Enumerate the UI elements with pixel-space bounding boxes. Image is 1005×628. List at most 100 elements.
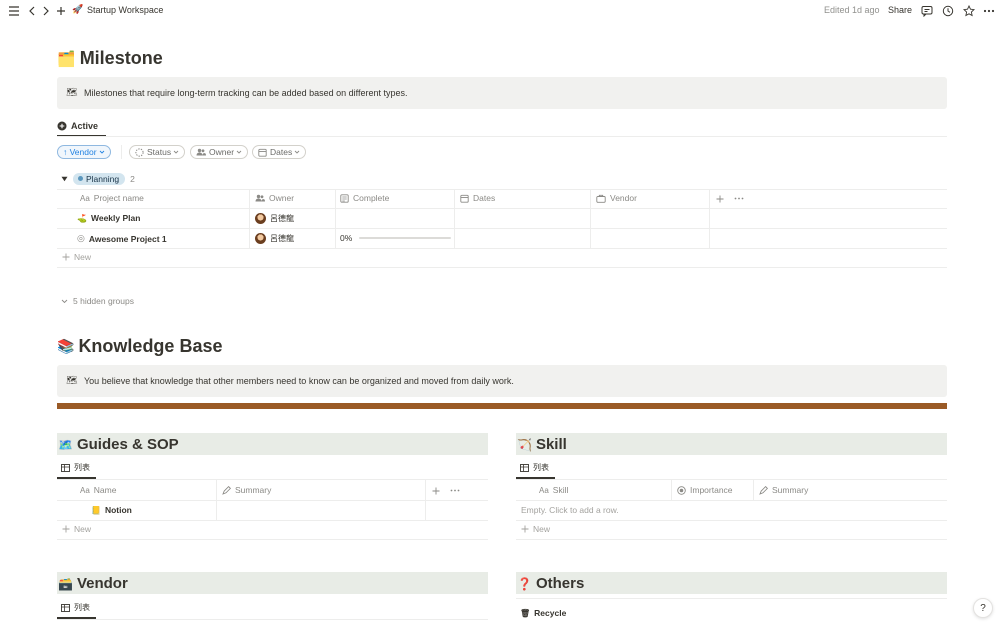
col-header-dates[interactable]: Dates — [460, 193, 495, 203]
filter-dates-pill[interactable]: Dates — [252, 145, 307, 159]
status-icon — [677, 485, 686, 495]
table-row[interactable]: ◎ Awesome Project 1 呂德龍 0% — [57, 229, 947, 248]
col-owner-label: Owner — [269, 193, 295, 203]
target-icon: ◎ — [77, 233, 85, 243]
add-property-icon[interactable] — [715, 194, 724, 203]
trash-icon: 🗑 — [520, 608, 531, 618]
breadcrumb-workspace[interactable]: Startup Workspace — [87, 5, 163, 15]
skill-tab-list[interactable]: 列表 — [520, 462, 549, 473]
col-header-importance[interactable]: Importance — [677, 485, 733, 495]
new-row-button[interactable]: New — [62, 524, 91, 534]
recycle-page-link[interactable]: 🗑 Recycle — [520, 608, 566, 618]
more-options-icon[interactable] — [734, 196, 744, 201]
milestone-title: Milestone — [79, 48, 163, 68]
row-owner-cell[interactable]: 呂德龍 — [255, 233, 294, 244]
table-row[interactable]: ⛳ Weekly Plan 呂德龍 — [57, 209, 947, 228]
pencil-icon — [222, 485, 231, 495]
group-badge-planning: Planning — [73, 172, 126, 185]
group-header-planning[interactable]: Planning 2 — [61, 172, 135, 185]
col-header-project-name[interactable]: Aa Project name — [80, 193, 144, 203]
col-header-skill[interactable]: Aa Skill — [539, 485, 568, 495]
col-sep — [671, 480, 672, 500]
new-row-button[interactable]: New — [521, 524, 550, 534]
guides-title: Guides & SOP — [76, 436, 179, 453]
plus-icon — [521, 525, 529, 533]
guides-tab-label: 列表 — [74, 463, 90, 472]
filter-status-pill[interactable]: Status — [129, 145, 186, 159]
vendor-tab-list[interactable]: 列表 — [61, 602, 90, 613]
group-name: Planning — [86, 173, 120, 184]
table-icon — [520, 463, 529, 472]
others-banner: ❓ Others — [516, 572, 947, 594]
col-header-name[interactable]: Aa Name — [80, 485, 116, 495]
sort-vendor-pill[interactable]: ↑ Vendor — [57, 145, 111, 159]
empty-table-message[interactable]: Empty. Click to add a row. — [521, 505, 619, 515]
help-button[interactable]: ? — [973, 598, 993, 618]
row-owner: 呂德龍 — [270, 214, 294, 223]
col-header-complete[interactable]: Complete — [340, 193, 389, 203]
col-header-summary[interactable]: Summary — [759, 485, 808, 495]
row-name-cell[interactable]: 📒 Notion — [91, 505, 132, 515]
history-icon[interactable] — [941, 4, 954, 17]
chevron-down-icon — [99, 150, 105, 154]
brown-divider — [57, 403, 947, 409]
col-header-vendor[interactable]: Vendor — [596, 193, 637, 203]
col-sep — [753, 480, 754, 500]
text-prop-icon: Aa — [80, 485, 90, 495]
text-prop-icon: Aa — [539, 485, 549, 495]
guides-heading: 🗺️ Guides & SOP — [58, 436, 179, 453]
bow-arrow-emoji: 🏹 — [517, 437, 532, 452]
hidden-groups-label: 5 hidden groups — [73, 296, 134, 306]
skill-heading: 🏹 Skill — [517, 436, 567, 453]
forward-icon[interactable] — [41, 5, 51, 17]
more-icon[interactable] — [982, 5, 996, 17]
relation-icon — [596, 194, 606, 203]
knowledge-heading: 📚 Knowledge Base — [57, 336, 222, 357]
row-owner-cell[interactable]: 呂德龍 — [255, 213, 294, 224]
group-count: 2 — [130, 173, 135, 184]
filter-owner-label: Owner — [209, 147, 235, 157]
caret-down-icon[interactable] — [61, 176, 68, 182]
tab-active[interactable]: Active — [57, 118, 98, 134]
vendor-tab-label: 列表 — [74, 603, 90, 612]
guides-tab-list[interactable]: 列表 — [61, 462, 90, 473]
header-bottom-line — [516, 500, 947, 501]
avatar — [255, 213, 266, 224]
complete-percent: 0% — [340, 233, 353, 243]
avatar — [255, 233, 266, 244]
favorite-star-icon[interactable] — [962, 4, 975, 17]
knowledge-emoji: 📚 — [57, 338, 75, 354]
row-divider — [516, 520, 947, 521]
back-icon[interactable] — [27, 5, 37, 17]
col-header-summary[interactable]: Summary — [222, 485, 271, 495]
new-row-button[interactable]: New — [62, 252, 91, 262]
row-name: Awesome Project 1 — [88, 233, 167, 244]
knowledge-title: Knowledge Base — [78, 336, 223, 356]
row-name-cell[interactable]: ⛳ Weekly Plan — [77, 213, 140, 223]
row-complete-cell[interactable]: 0% — [340, 233, 452, 243]
new-row-line — [516, 539, 947, 540]
chevron-down-icon — [61, 299, 68, 304]
row-name-cell[interactable]: ◎ Awesome Project 1 — [77, 233, 167, 244]
skill-tab-label: 列表 — [533, 463, 549, 472]
active-plus-circle-icon — [57, 121, 67, 131]
col-header-owner[interactable]: Owner — [255, 193, 294, 203]
add-icon[interactable] — [55, 5, 66, 17]
col-skill-label: Skill — [552, 485, 569, 495]
comment-icon[interactable] — [920, 4, 933, 17]
more-options-icon[interactable] — [450, 488, 460, 493]
skill-title: Skill — [535, 436, 567, 453]
hidden-groups-toggle[interactable]: 5 hidden groups — [61, 296, 134, 306]
new-row-line — [57, 539, 488, 540]
others-heading: ❓ Others — [517, 575, 584, 592]
filter-owner-pill[interactable]: Owner — [190, 145, 249, 159]
knowledge-callout: 🗺 You believe that knowledge that other … — [57, 365, 947, 397]
table-icon — [61, 603, 70, 612]
notebook-icon: 📒 — [91, 505, 101, 515]
golf-flag-icon: ⛳ — [77, 213, 87, 223]
table-row[interactable]: 📒 Notion — [57, 501, 488, 520]
share-button[interactable]: Share — [888, 5, 912, 15]
filter-status-label: Status — [147, 147, 172, 157]
add-property-icon[interactable] — [431, 486, 440, 495]
menu-icon[interactable] — [8, 5, 20, 17]
